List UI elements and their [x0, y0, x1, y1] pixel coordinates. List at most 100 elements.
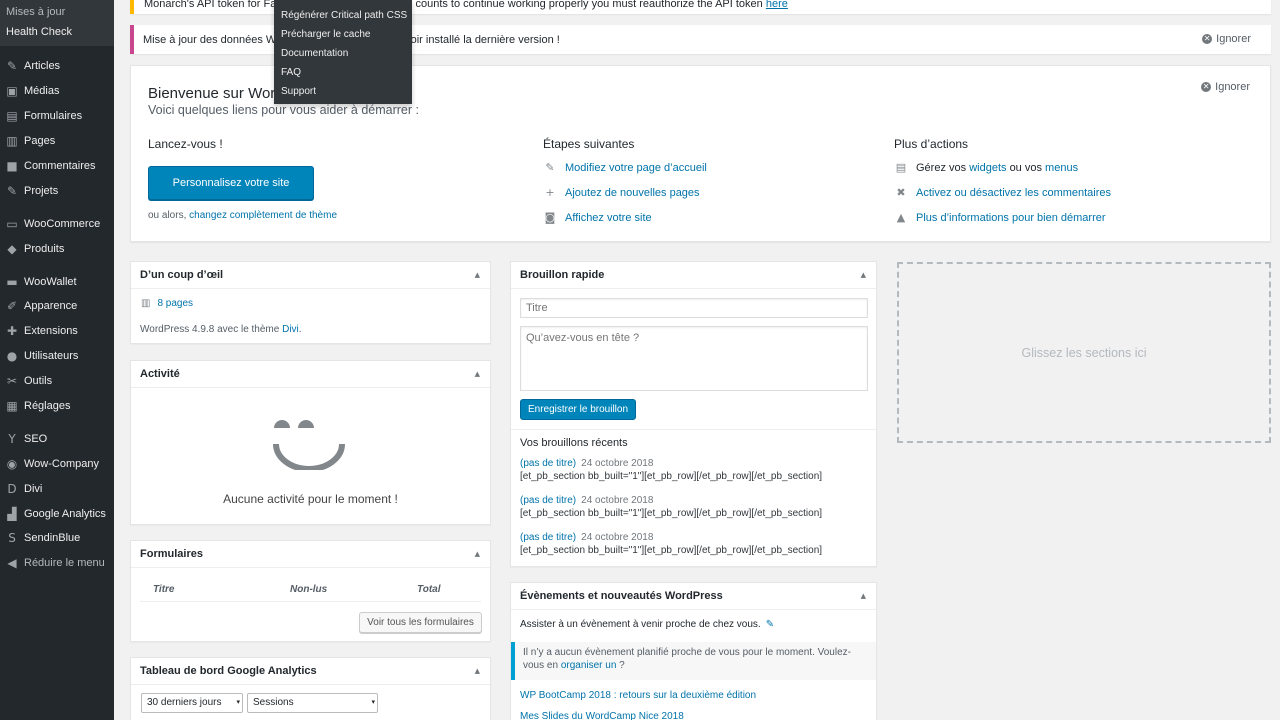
toggle-arrow-icon[interactable]: ▲: [861, 592, 866, 600]
theme-link[interactable]: Divi: [282, 324, 299, 335]
save-draft-button[interactable]: Enregistrer le brouillon: [520, 399, 636, 420]
notice-dismiss-button[interactable]: ✕ Ignorer: [1202, 33, 1251, 45]
sidebar-item-outils[interactable]: ✂ Outils: [0, 369, 114, 394]
sidebar-item-utilisateurs[interactable]: ● Utilisateurs: [0, 344, 114, 369]
sidebar-item-projets[interactable]: ✎ Projets: [0, 178, 114, 203]
customize-site-button[interactable]: Personnalisez votre site: [148, 166, 314, 200]
submenu-updates[interactable]: Mises à jour: [0, 2, 114, 22]
sidebar-item-extensions[interactable]: ✚ Extensions: [0, 319, 114, 344]
sidebar-item-apparence[interactable]: ✐ Apparence: [0, 294, 114, 319]
sidebar-item-label: Divi: [24, 482, 43, 495]
toggle-arrow-icon[interactable]: ▲: [861, 271, 866, 279]
widgets-icon: ▤: [895, 161, 907, 174]
sidebar-item-woocommerce[interactable]: ▭ WooCommerce: [0, 211, 114, 236]
sidebar-item-articles[interactable]: ✎ Articles: [0, 54, 114, 79]
sidebar-item-label: Apparence: [24, 300, 78, 313]
sidebar-item-formulaires[interactable]: ▤ Formulaires: [0, 104, 114, 129]
no-activity-message: Aucune activité pour le moment !: [223, 492, 398, 506]
draft-title-link[interactable]: (pas de titre): [520, 458, 576, 469]
next-step-edit-front-page[interactable]: ✎ Modifiez votre page d’accueil: [543, 161, 706, 174]
widget-header[interactable]: Tableau de bord Google Analytics ▲: [131, 658, 490, 685]
learn-more-action[interactable]: ▲ Plus d’informations pour bien démarrer: [894, 211, 1106, 224]
forms-icon: ▤: [6, 109, 18, 124]
toggle-arrow-icon[interactable]: ▲: [475, 667, 480, 675]
wp-version-line: WordPress 4.9.8 avec le thème Divi.: [140, 324, 302, 335]
change-theme-link[interactable]: changez complètement de thème: [189, 210, 337, 221]
dashboard-submenu: Mises à jour Health Check: [0, 0, 114, 46]
toggle-comments-action[interactable]: ✖ Activez ou désactivez les commentaires: [894, 186, 1111, 199]
menus-link[interactable]: menus: [1045, 162, 1078, 174]
sidebar-item-commentaires[interactable]: ■ Commentaires: [0, 154, 114, 179]
sidebar-item-label: Wow-Company: [24, 457, 99, 470]
users-icon: ●: [6, 349, 18, 364]
sidebar-item-sendinblue[interactable]: S SendinBlue: [0, 526, 114, 551]
sidebar-item-pages[interactable]: ▥ Pages: [0, 129, 114, 154]
sidebar-item-divi[interactable]: D Divi: [0, 476, 114, 501]
widget-header[interactable]: D’un coup d’œil ▲: [131, 262, 490, 289]
woocommerce-icon: ▭: [6, 216, 18, 231]
projects-pin-icon: ✎: [6, 183, 18, 198]
sidebar-item-seo[interactable]: Y SEO: [0, 426, 114, 451]
quick-draft-widget: Brouillon rapide ▲ Enregistrer le brouil…: [510, 261, 877, 567]
draft-title-link[interactable]: (pas de titre): [520, 532, 576, 543]
pages-count[interactable]: ▥ 8 pages: [141, 298, 193, 309]
welcome-title: Bienvenue sur Word: [148, 85, 284, 102]
widget-header[interactable]: Brouillon rapide ▲: [511, 262, 876, 289]
news-item[interactable]: Mes Slides du WordCamp Nice 2018: [520, 711, 684, 720]
sidebar-item-label: Utilisateurs: [24, 350, 79, 363]
sidebar-item-r-duire-le-menu[interactable]: ◀ Réduire le menu: [0, 551, 114, 576]
divi-icon: D: [7, 481, 17, 496]
submenu-health-check[interactable]: Health Check: [0, 22, 114, 42]
draft-title-input[interactable]: [520, 298, 868, 318]
wow-company-icon: ◉: [6, 456, 18, 471]
toggle-arrow-icon[interactable]: ▲: [475, 370, 480, 378]
activity-widget: Activité ▲ Aucune activité pour le momen…: [130, 360, 491, 525]
pages-icon: ▥: [6, 134, 18, 149]
organize-event-link[interactable]: organiser un: [561, 660, 617, 671]
wordpress-events-widget: Évènements et nouveautés WordPress ▲ Ass…: [510, 582, 877, 720]
sidebar-item-google-analytics[interactable]: ▟ Google Analytics: [0, 501, 114, 526]
period-select[interactable]: 30 derniers jours ▾: [141, 693, 243, 713]
edit-location-pencil-icon[interactable]: ✎: [766, 619, 774, 630]
admin-sidebar: Mises à jour Health Check ✎ Articles ▣ Médi…: [0, 0, 114, 720]
dropdown-item-regenerate-css[interactable]: Régénérer Critical path CSS: [274, 8, 412, 27]
manage-widgets-menus: ▤ Gérez vos widgets ou vos menus: [895, 161, 1079, 174]
dropdown-item-faq[interactable]: FAQ: [274, 65, 412, 84]
widgets-link[interactable]: widgets: [969, 162, 1006, 174]
empty-sortables-dropzone[interactable]: Glissez les sections ici: [897, 262, 1271, 443]
widget-header[interactable]: Évènements et nouveautés WordPress ▲: [511, 583, 876, 610]
get-started-heading: Lancez-vous !: [148, 137, 223, 151]
draft-content-textarea[interactable]: [520, 326, 868, 391]
dropdown-item-support[interactable]: Support: [274, 84, 412, 103]
tools-icon: ✂: [6, 374, 18, 389]
sidebar-item-woowallet[interactable]: ▬ WooWallet: [0, 269, 114, 294]
next-step-add-pages[interactable]: + Ajoutez de nouvelles pages: [543, 186, 699, 199]
sidebar-item-label: Outils: [24, 375, 53, 388]
sidebar-item-label: Formulaires: [24, 110, 83, 123]
welcome-dismiss-button[interactable]: ✕ Ignorer: [1201, 81, 1250, 93]
dropdown-item-documentation[interactable]: Documentation: [274, 46, 412, 65]
draft-title-link[interactable]: (pas de titre): [520, 495, 576, 506]
plugins-icon: ✚: [6, 324, 18, 339]
sidebar-item-label: Réglages: [24, 400, 71, 413]
woo-update-text: Mise à jour des données Woo: [143, 34, 289, 46]
widget-header[interactable]: Formulaires ▲: [131, 541, 490, 568]
sidebar-item-r-glages[interactable]: ▦ Réglages: [0, 394, 114, 419]
sidebar-item-produits[interactable]: ◆ Produits: [0, 236, 114, 261]
sidebar-item-wow-company[interactable]: ◉ Wow-Company: [0, 451, 114, 476]
google-analytics-widget: Tableau de bord Google Analytics ▲ 30 de…: [130, 657, 491, 720]
sidebar-item-label: Google Analytics: [24, 507, 106, 520]
next-step-view-site[interactable]: ◙ Affichez votre site: [543, 211, 652, 224]
menu-separator: [0, 203, 114, 211]
news-item[interactable]: WP BootCamp 2018 : retours sur la deuxiè…: [520, 690, 756, 701]
sidebar-item-label: Extensions: [24, 325, 78, 338]
sidebar-item-m-dias[interactable]: ▣ Médias: [0, 79, 114, 104]
widget-header[interactable]: Activité ▲: [131, 361, 490, 388]
draft-date: 24 octobre 2018: [581, 495, 654, 506]
metric-select[interactable]: Sessions ▾: [247, 693, 378, 713]
view-all-forms-button[interactable]: Voir tous les formulaires: [359, 612, 482, 633]
dropdown-item-preload-cache[interactable]: Précharger le cache: [274, 27, 412, 46]
toggle-arrow-icon[interactable]: ▲: [475, 271, 480, 279]
monarch-reauthorize-link[interactable]: here: [766, 0, 788, 10]
toggle-arrow-icon[interactable]: ▲: [475, 550, 480, 558]
